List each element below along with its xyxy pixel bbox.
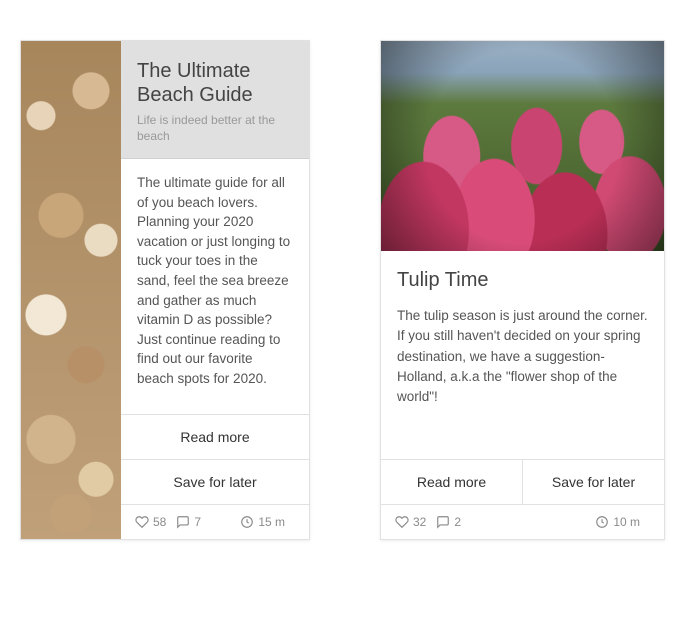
comments-count: 7 xyxy=(194,515,201,529)
card-content: Tulip Time The tulip season is just arou… xyxy=(381,251,664,539)
clock-icon xyxy=(240,515,254,529)
save-later-button[interactable]: Save for later xyxy=(121,460,309,504)
card-footer: 58 7 15 m xyxy=(121,504,309,539)
card-actions: Read more Save for later xyxy=(121,414,309,504)
read-more-button[interactable]: Read more xyxy=(381,460,522,504)
read-more-button[interactable]: Read more xyxy=(121,415,309,460)
article-card-tulip: Tulip Time The tulip season is just arou… xyxy=(380,40,665,540)
comment-icon xyxy=(436,515,450,529)
card-title: The Ultimate Beach Guide xyxy=(137,59,293,107)
tulips-image xyxy=(381,41,664,251)
card-image xyxy=(21,41,121,539)
save-later-button[interactable]: Save for later xyxy=(522,460,664,504)
card-image xyxy=(381,41,664,251)
time-stat: 15 m xyxy=(240,515,285,529)
time-value: 15 m xyxy=(258,515,285,529)
card-footer: 32 2 10 m xyxy=(381,504,664,539)
comments-stat[interactable]: 7 xyxy=(176,515,201,529)
card-title: Tulip Time xyxy=(381,251,664,292)
card-content: The Ultimate Beach Guide Life is indeed … xyxy=(121,41,309,539)
likes-stat[interactable]: 32 xyxy=(395,515,426,529)
comments-stat[interactable]: 2 xyxy=(436,515,461,529)
card-actions: Read more Save for later xyxy=(381,459,664,504)
clock-icon xyxy=(595,515,609,529)
card-body: The ultimate guide for all of you beach … xyxy=(121,159,309,414)
likes-count: 58 xyxy=(153,515,166,529)
card-body: The tulip season is just around the corn… xyxy=(381,292,664,459)
card-header: The Ultimate Beach Guide Life is indeed … xyxy=(121,41,309,159)
likes-count: 32 xyxy=(413,515,426,529)
time-value: 10 m xyxy=(613,515,640,529)
comment-icon xyxy=(176,515,190,529)
likes-stat[interactable]: 58 xyxy=(135,515,166,529)
article-card-beach: The Ultimate Beach Guide Life is indeed … xyxy=(20,40,310,540)
time-stat: 10 m xyxy=(595,515,640,529)
shells-image xyxy=(21,41,121,539)
heart-icon xyxy=(395,515,409,529)
card-container: The Ultimate Beach Guide Life is indeed … xyxy=(0,0,689,618)
heart-icon xyxy=(135,515,149,529)
comments-count: 2 xyxy=(454,515,461,529)
card-subtitle: Life is indeed better at the beach xyxy=(137,113,293,144)
